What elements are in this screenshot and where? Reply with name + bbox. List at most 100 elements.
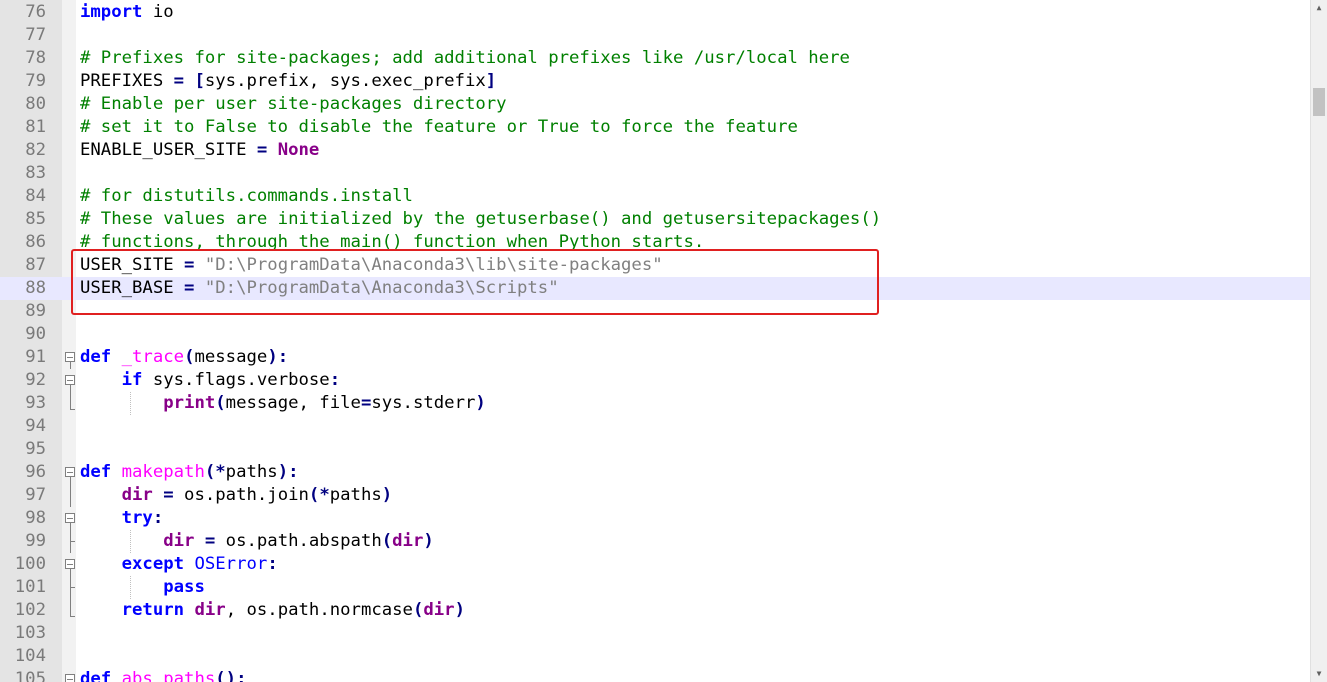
line-number: 76 bbox=[25, 2, 46, 22]
code-text[interactable]: dir = os.path.abspath(dir) bbox=[80, 530, 434, 553]
code-token: print bbox=[163, 393, 216, 413]
code-lines[interactable]: 76 import io 77 78 # Prefixes for site-packa… bbox=[0, 1, 1311, 682]
code-token: ) bbox=[423, 531, 434, 551]
code-line[interactable]: 92 if sys.flags.verbose: bbox=[0, 369, 1311, 392]
indent-guide bbox=[129, 530, 131, 553]
code-line[interactable]: 101 pass bbox=[0, 576, 1311, 599]
code-token: import bbox=[80, 2, 143, 22]
code-text[interactable]: # Enable per user site-packages director… bbox=[80, 93, 507, 116]
code-line[interactable]: 105 def abs_paths(): bbox=[0, 668, 1311, 682]
code-text[interactable]: import io bbox=[80, 1, 174, 24]
code-text[interactable]: def makepath(*paths): bbox=[80, 461, 299, 484]
code-text[interactable]: def abs_paths(): bbox=[80, 668, 246, 682]
code-line[interactable]: 85 # These values are initialized by the … bbox=[0, 208, 1311, 231]
line-number: 101 bbox=[14, 577, 46, 597]
code-token: def bbox=[80, 462, 112, 482]
code-line[interactable]: 104 bbox=[0, 645, 1311, 668]
code-line[interactable]: 99 dir = os.path.abspath(dir) bbox=[0, 530, 1311, 553]
code-line[interactable]: 82 ENABLE_USER_SITE = None bbox=[0, 139, 1311, 162]
code-token: ( bbox=[184, 347, 195, 367]
fold-toggle-icon[interactable] bbox=[64, 369, 76, 392]
code-token: message bbox=[194, 347, 268, 367]
scroll-up-arrow-icon[interactable]: ▲ bbox=[1311, 0, 1327, 16]
scroll-down-arrow-icon[interactable]: ▼ bbox=[1311, 666, 1327, 682]
code-line[interactable]: 77 bbox=[0, 24, 1311, 47]
fold-toggle-icon[interactable] bbox=[64, 507, 76, 530]
code-token: ENABLE_USER_SITE bbox=[80, 140, 257, 160]
fold-toggle-icon[interactable] bbox=[64, 553, 76, 576]
code-line[interactable]: 94 bbox=[0, 415, 1311, 438]
code-line[interactable]: 100 except OSError: bbox=[0, 553, 1311, 576]
code-text[interactable]: except OSError: bbox=[80, 553, 278, 576]
code-line[interactable]: 90 bbox=[0, 323, 1311, 346]
code-line[interactable]: 84 # for distutils.commands.install bbox=[0, 185, 1311, 208]
code-line[interactable]: 103 bbox=[0, 622, 1311, 645]
code-token: # set it to False to disable the feature… bbox=[80, 117, 798, 137]
scroll-thumb[interactable] bbox=[1313, 88, 1325, 116]
code-text[interactable]: # set it to False to disable the feature… bbox=[80, 116, 798, 139]
code-line[interactable]: 76 import io bbox=[0, 1, 1311, 24]
line-number: 105 bbox=[14, 669, 46, 682]
code-line[interactable]: 98 try: bbox=[0, 507, 1311, 530]
fold-toggle-icon[interactable] bbox=[64, 668, 76, 682]
code-line[interactable]: 78 # Prefixes for site-packages; add addi… bbox=[0, 47, 1311, 70]
code-line[interactable]: 83 bbox=[0, 162, 1311, 185]
code-text[interactable]: # for distutils.commands.install bbox=[80, 185, 413, 208]
code-text[interactable]: return dir, os.path.normcase(dir) bbox=[80, 599, 465, 622]
code-line[interactable]: 81 # set it to False to disable the featu… bbox=[0, 116, 1311, 139]
code-token: sys.prefix, sys.exec_prefix bbox=[204, 71, 486, 91]
indent-guide bbox=[129, 576, 131, 599]
code-line[interactable]: 91 def _trace(message): bbox=[0, 346, 1311, 369]
code-token: PREFIXES bbox=[80, 71, 174, 91]
code-token: None bbox=[277, 140, 320, 160]
code-token: = bbox=[173, 71, 185, 91]
fold-toggle-icon[interactable] bbox=[64, 461, 76, 484]
code-line[interactable]: 95 bbox=[0, 438, 1311, 461]
code-line[interactable]: 93 print(message, file=sys.stderr) bbox=[0, 392, 1311, 415]
code-token: ( bbox=[215, 393, 226, 413]
code-line[interactable]: 96 def makepath(*paths): bbox=[0, 461, 1311, 484]
code-text[interactable]: dir = os.path.join(*paths) bbox=[80, 484, 393, 507]
line-number: 104 bbox=[14, 646, 46, 666]
code-token: ): bbox=[267, 347, 289, 367]
code-line[interactable]: 79 PREFIXES = [sys.prefix, sys.exec_prefi… bbox=[0, 70, 1311, 93]
code-token: paths bbox=[225, 462, 278, 482]
code-line[interactable]: 80 # Enable per user site-packages direct… bbox=[0, 93, 1311, 116]
code-text[interactable]: print(message, file=sys.stderr) bbox=[80, 392, 486, 415]
code-text[interactable]: # These values are initialized by the ge… bbox=[80, 208, 881, 231]
fold-toggle-icon[interactable] bbox=[64, 346, 76, 369]
code-text[interactable]: pass bbox=[80, 576, 205, 599]
line-number: 98 bbox=[25, 508, 46, 528]
code-text[interactable]: ENABLE_USER_SITE = None bbox=[80, 139, 319, 162]
code-token: except bbox=[121, 554, 185, 574]
code-text[interactable]: # Prefixes for site-packages; add additi… bbox=[80, 47, 850, 70]
code-token: pass bbox=[163, 577, 205, 597]
line-number: 100 bbox=[14, 554, 46, 574]
code-text[interactable]: PREFIXES = [sys.prefix, sys.exec_prefix] bbox=[80, 70, 496, 93]
code-line[interactable]: 97 dir = os.path.join(*paths) bbox=[0, 484, 1311, 507]
fold-end-icon bbox=[64, 599, 76, 622]
code-text[interactable]: if sys.flags.verbose: bbox=[80, 369, 341, 392]
code-token: # for distutils.commands.install bbox=[80, 186, 413, 206]
line-number: 92 bbox=[25, 370, 46, 390]
code-text[interactable]: try: bbox=[80, 507, 164, 530]
code-token: # Prefixes for site-packages; add additi… bbox=[80, 48, 850, 68]
line-number: 93 bbox=[25, 393, 46, 413]
code-token: (* bbox=[204, 462, 226, 482]
code-line[interactable]: 102 return dir, os.path.normcase(dir) bbox=[0, 599, 1311, 622]
code-token: dir bbox=[194, 600, 226, 620]
vertical-scrollbar[interactable]: ▲ ▼ bbox=[1310, 0, 1327, 682]
code-text[interactable]: def _trace(message): bbox=[80, 346, 288, 369]
line-number: 85 bbox=[25, 209, 46, 229]
code-editor[interactable]: 76 import io 77 78 # Prefixes for site-packa… bbox=[0, 0, 1327, 682]
